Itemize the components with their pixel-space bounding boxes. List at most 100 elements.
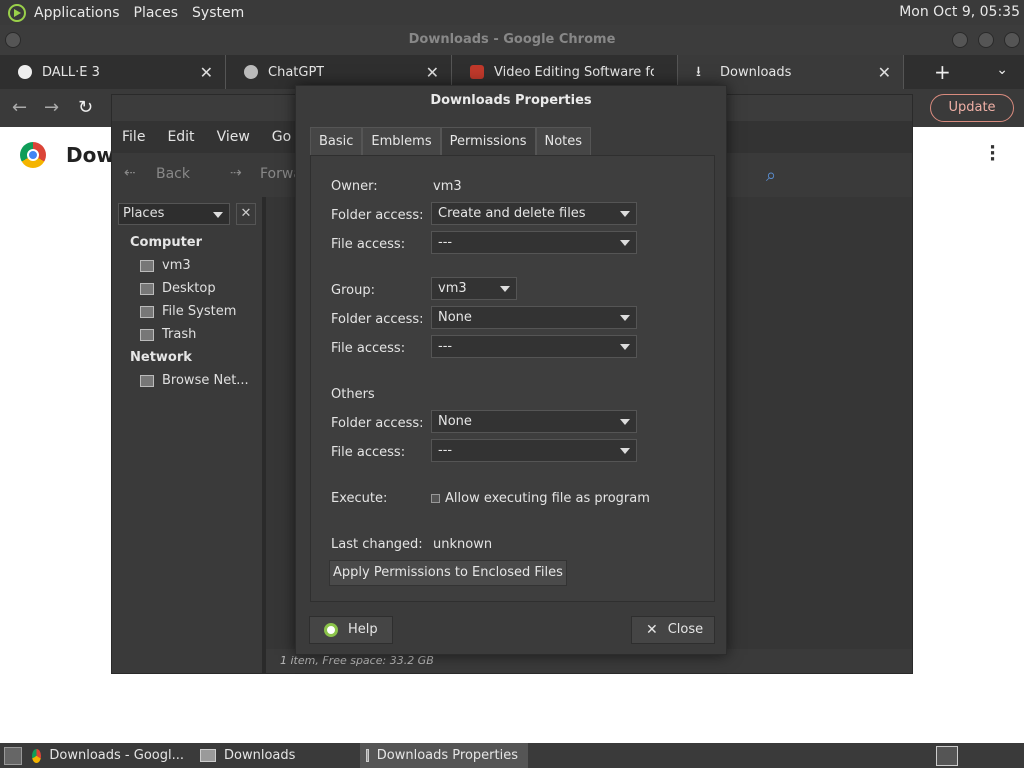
owner-folder-access-combo[interactable]: Create and delete files [431, 202, 637, 225]
sidebar-item-trash[interactable]: Trash [140, 327, 196, 342]
sidebar-item-desktop[interactable]: Desktop [140, 281, 216, 296]
tab-close-icon[interactable]: ✕ [878, 63, 891, 82]
sidebar-header-network: Network [130, 350, 192, 365]
search-icon[interactable]: ⌕ [766, 165, 776, 186]
permissions-panel: Owner: vm3 Folder access: Create and del… [310, 127, 715, 602]
chevron-down-icon [500, 286, 510, 292]
apply-permissions-button[interactable]: Apply Permissions to Enclosed Files [329, 560, 567, 586]
home-folder-icon [140, 259, 154, 272]
group-folder-access-combo[interactable]: None [431, 306, 637, 329]
chrome-icon [32, 748, 42, 763]
task-properties[interactable]: Downloads Properties [360, 743, 528, 768]
tab-basic[interactable]: Basic [310, 127, 363, 155]
folder-icon [366, 749, 369, 762]
trash-icon [140, 328, 154, 341]
owner-file-access-combo[interactable]: --- [431, 231, 637, 254]
combo-value: None [438, 310, 472, 325]
sidebar-item-label: Desktop [162, 281, 216, 296]
group-file-access-label: File access: [331, 341, 406, 356]
sidebar-item-label: vm3 [162, 258, 191, 273]
folder-icon [200, 749, 216, 762]
dialog-title: Downloads Properties [430, 93, 592, 108]
top-menu: Applications Places System [8, 3, 258, 22]
fm-menu-go[interactable]: Go [272, 129, 291, 145]
close-button[interactable]: ✕ Close [631, 616, 715, 644]
chevron-down-icon [213, 212, 223, 218]
clock[interactable]: Mon Oct 9, 05:35 [899, 4, 1020, 20]
forward-arrow-icon[interactable]: → [44, 97, 59, 118]
places-combo[interactable]: Places [118, 203, 230, 225]
sidebar-item-vm3[interactable]: vm3 [140, 258, 191, 273]
distro-logo-icon[interactable] [8, 3, 26, 22]
workspace-switcher[interactable] [936, 746, 958, 766]
fm-menu-edit[interactable]: Edit [167, 129, 194, 145]
task-file-manager[interactable]: Downloads [194, 743, 360, 768]
combo-value: Create and delete files [438, 206, 586, 221]
tab-search-chevron-icon[interactable]: ⌄ [996, 62, 1008, 78]
window-close-icon[interactable] [1004, 32, 1020, 48]
group-label: Group: [331, 283, 375, 298]
sidebar-item-label: File System [162, 304, 237, 319]
group-file-access-combo[interactable]: --- [431, 335, 637, 358]
maximize-icon[interactable] [978, 32, 994, 48]
tab-permissions[interactable]: Permissions [440, 127, 536, 155]
places-label: Places [123, 206, 165, 221]
sidebar-item-browse-network[interactable]: Browse Net... [140, 373, 249, 388]
others-folder-access-label: Folder access: [331, 416, 424, 431]
chrome-window-title: Downloads - Google Chrome [408, 32, 616, 47]
tab-chatgpt[interactable]: ChatGPT ✕ [226, 55, 452, 89]
system-menu[interactable]: System [192, 5, 244, 21]
chevron-down-icon [620, 419, 630, 425]
others-file-access-label: File access: [331, 445, 406, 460]
reload-icon[interactable]: ↻ [78, 97, 93, 118]
tab-close-icon[interactable]: ✕ [200, 63, 213, 82]
sidebar-item-label: Trash [162, 327, 197, 342]
back-arrow-icon[interactable]: ← [12, 97, 27, 118]
back-icon[interactable]: ⇠ [124, 165, 136, 181]
desktop-folder-icon [140, 282, 154, 295]
combo-value: --- [438, 339, 453, 354]
tab-close-icon[interactable]: ✕ [426, 63, 439, 82]
task-chrome[interactable]: Downloads - Googl... [26, 743, 194, 768]
combo-value: None [438, 414, 472, 429]
forward-icon[interactable]: ⇢ [230, 165, 242, 181]
help-button[interactable]: Help [309, 616, 393, 644]
properties-dialog: Downloads Properties Owner: vm3 Folder a… [295, 85, 727, 655]
execute-checkbox-label[interactable]: Allow executing file as program [445, 491, 650, 506]
tab-downloads[interactable]: ⭳ Downloads ✕ [678, 55, 904, 89]
window-menu-icon[interactable] [5, 32, 21, 48]
task-label: Downloads Properties [376, 748, 518, 763]
fm-back-button[interactable]: Back [156, 166, 190, 182]
sidebar-item-file-system[interactable]: File System [140, 304, 236, 319]
fm-menu-view[interactable]: View [217, 129, 250, 145]
more-options-icon[interactable]: · · · [989, 139, 996, 169]
openai-icon [18, 65, 32, 79]
tab-label: Downloads [720, 64, 792, 80]
show-desktop-icon[interactable] [4, 746, 22, 765]
tab-video-editing[interactable]: Video Editing Software for F [452, 55, 678, 89]
chrome-logo-icon [20, 142, 46, 168]
sidebar-close-icon[interactable]: ✕ [236, 203, 256, 225]
update-button[interactable]: Update [930, 94, 1014, 122]
others-folder-access-combo[interactable]: None [431, 410, 637, 433]
help-button-label: Help [348, 622, 378, 637]
minimize-icon[interactable] [952, 32, 968, 48]
network-icon [140, 374, 154, 387]
group-combo[interactable]: vm3 [431, 277, 517, 300]
owner-label: Owner: [331, 179, 378, 194]
sidebar-item-label: Browse Net... [162, 373, 249, 388]
tab-emblems[interactable]: Emblems [362, 127, 441, 155]
places-menu[interactable]: Places [134, 5, 179, 21]
download-icon: ⭳ [696, 64, 701, 80]
execute-checkbox[interactable] [431, 494, 440, 503]
new-tab-icon[interactable]: + [934, 60, 951, 84]
applications-menu[interactable]: Applications [34, 5, 120, 21]
chevron-down-icon [620, 344, 630, 350]
last-changed-value: unknown [433, 537, 493, 552]
others-file-access-combo[interactable]: --- [431, 439, 637, 462]
task-label: Downloads [224, 748, 296, 763]
tab-label: ChatGPT [268, 64, 325, 80]
tab-notes[interactable]: Notes [535, 127, 592, 155]
fm-menu-file[interactable]: File [122, 129, 145, 145]
tab-dalle[interactable]: DALL·E 3 ✕ [0, 55, 226, 89]
